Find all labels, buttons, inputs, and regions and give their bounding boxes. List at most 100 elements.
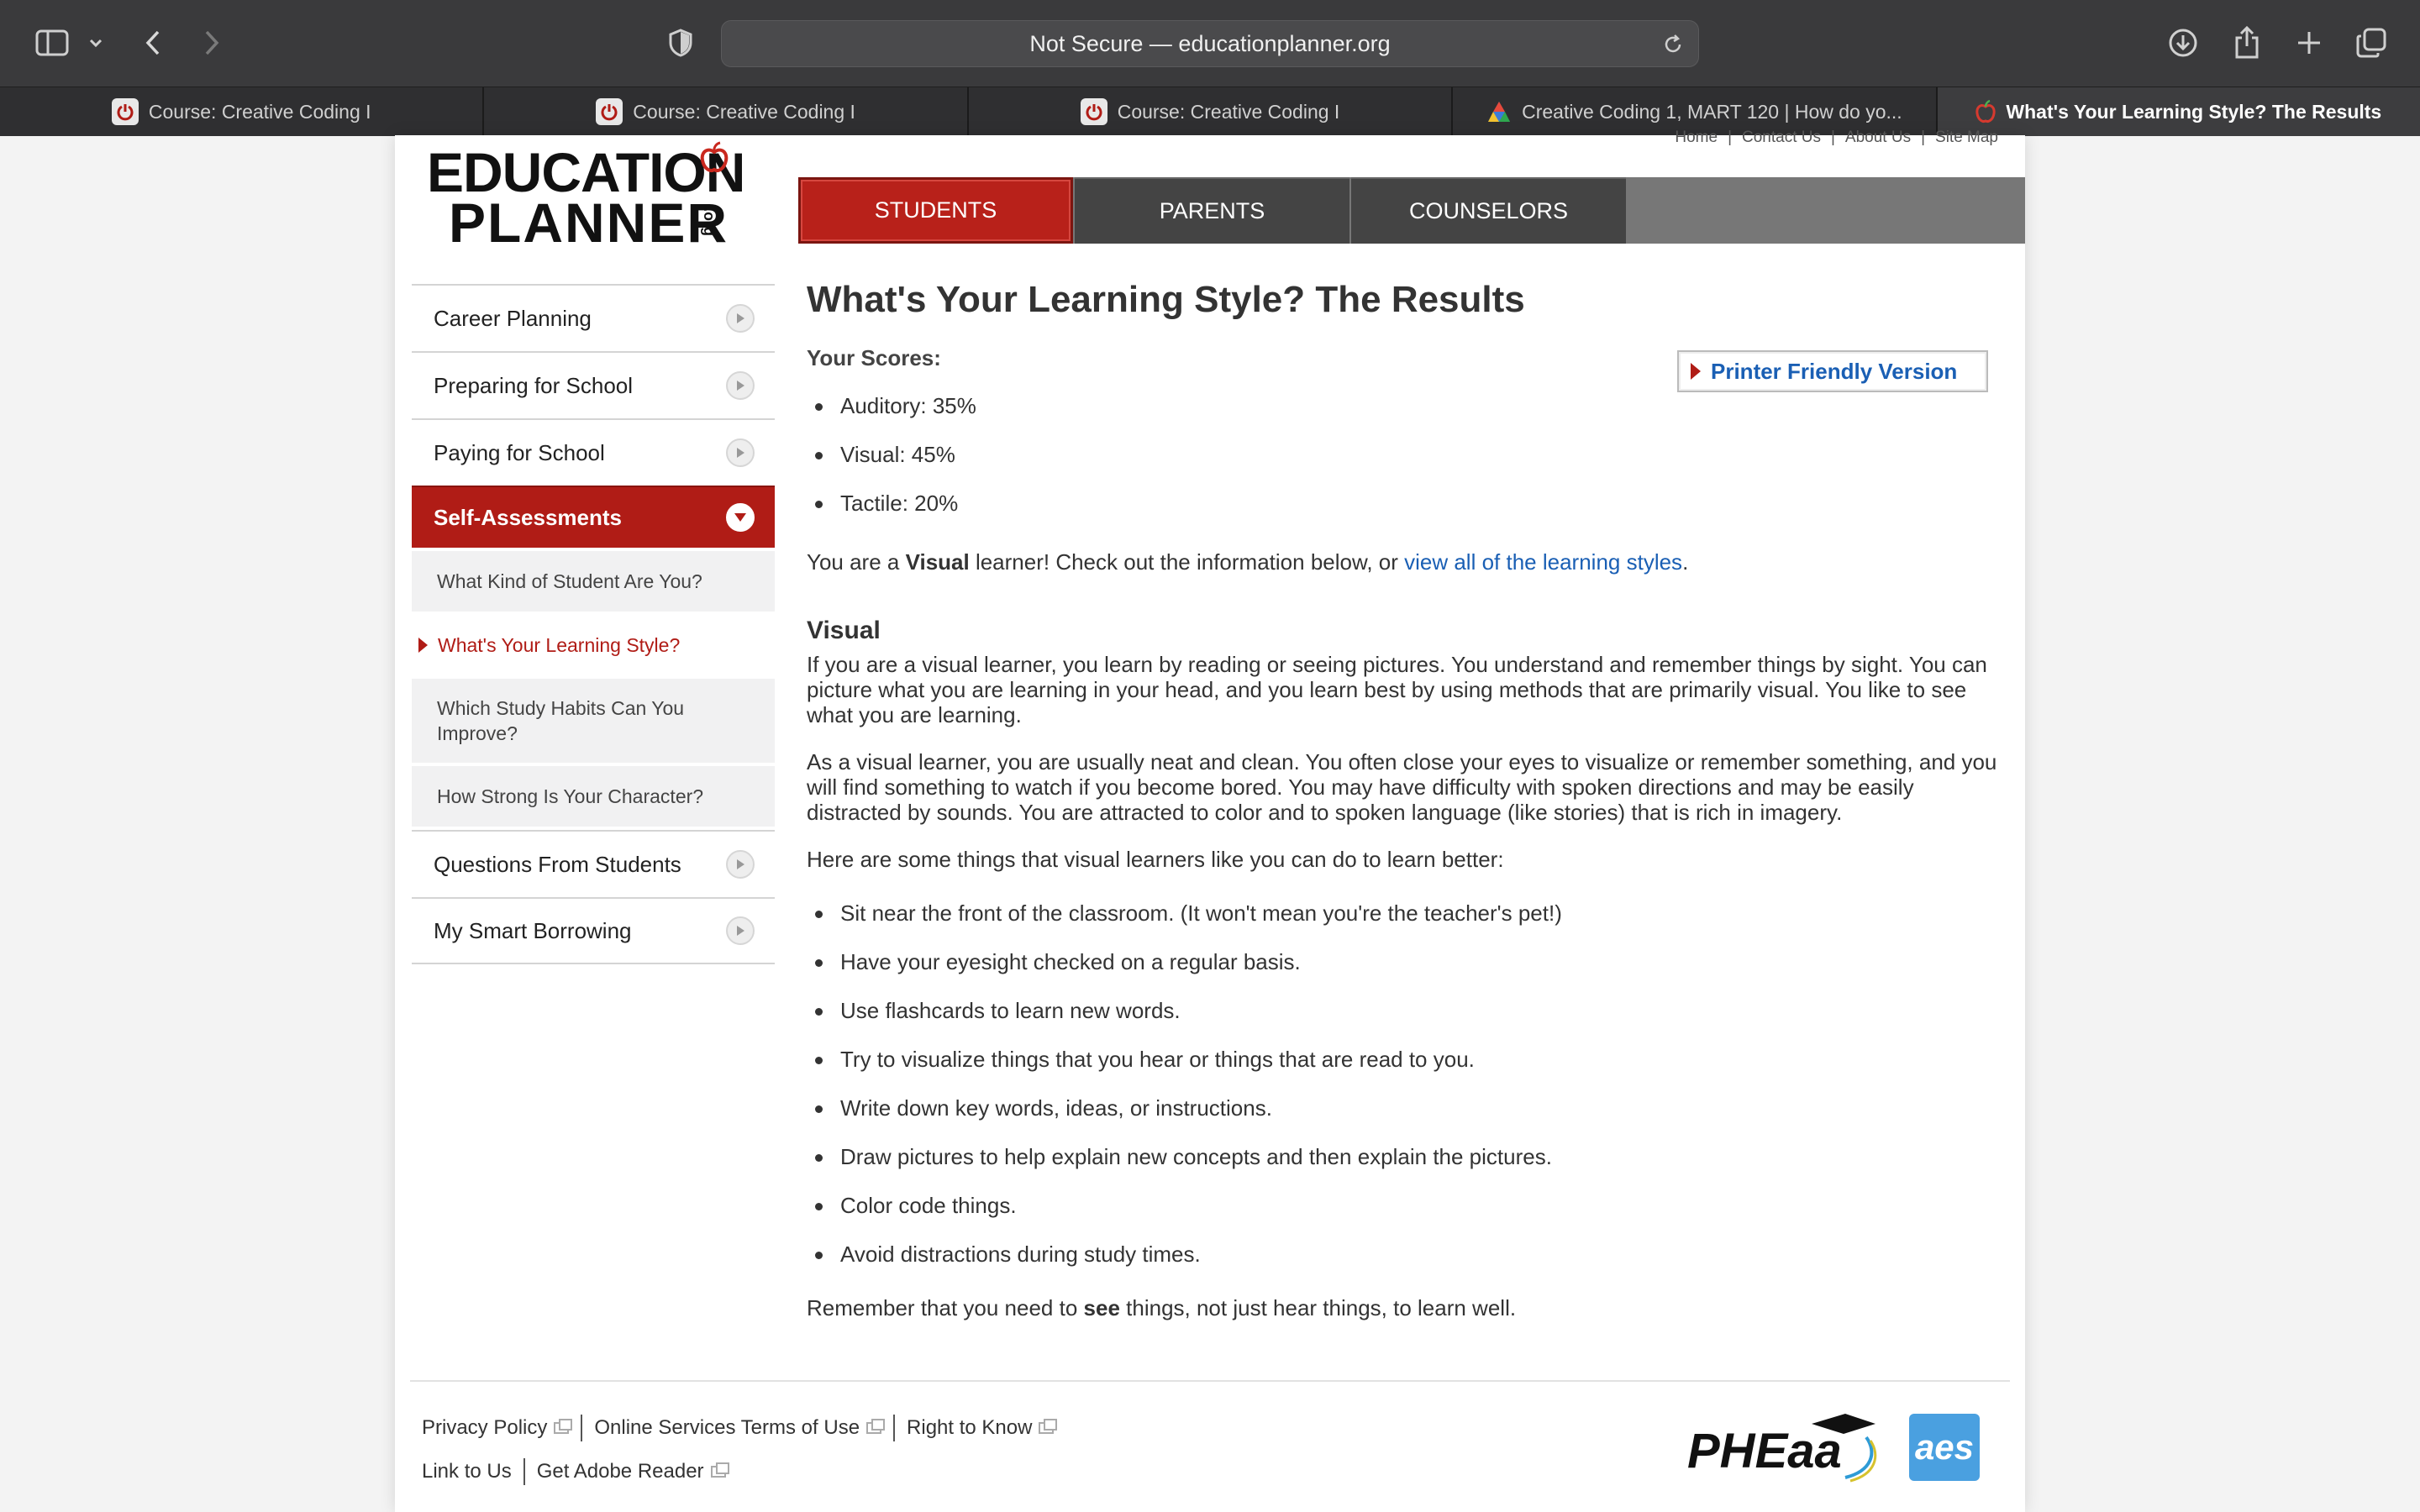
power-icon — [1080, 98, 1107, 125]
link-to-us-link[interactable]: Link to Us — [422, 1460, 512, 1483]
external-link-icon — [1039, 1419, 1058, 1434]
tab-label: Course: Creative Coding I — [1117, 100, 1340, 123]
tips-list: Sit near the front of the classroom. (It… — [807, 889, 2000, 1278]
paragraph: If you are a visual learner, you learn b… — [807, 652, 1987, 727]
pheaa-logo[interactable]: PHEaa — [1686, 1412, 1887, 1487]
closing-sentence: Remember that you need to see things, no… — [807, 1295, 2000, 1320]
sidebar-item-label: Questions From Students — [434, 851, 681, 877]
util-link-contact[interactable]: Contact Us — [1742, 129, 1821, 147]
sidebar-item-label: My Smart Borrowing — [434, 917, 632, 943]
result-prefix: You are a — [807, 549, 906, 575]
external-link-icon — [710, 1462, 729, 1478]
sidebar-item-self-assessments[interactable]: Self-Assessments — [412, 486, 775, 548]
tip-item: Try to visualize things that you hear or… — [807, 1035, 2000, 1084]
address-bar[interactable]: Not Secure — educationplanner.org — [721, 20, 1699, 67]
triangle-logo-icon — [1486, 100, 1512, 123]
arrow-right-icon — [726, 438, 755, 467]
result-end: . — [1682, 549, 1689, 575]
nav-tab-counselors[interactable]: COUNSELORS — [1351, 177, 1626, 244]
scores-list: Auditory: 35% Visual: 45% Tactile: 20% — [807, 381, 2000, 528]
tab-label: Course: Creative Coding I — [633, 100, 855, 123]
share-icon[interactable] — [2230, 24, 2264, 62]
browser-tab-active[interactable]: What's Your Learning Style? The Results — [1937, 87, 2420, 136]
page-title: What's Your Learning Style? The Results — [807, 279, 1525, 320]
sidebar-item-paying-for-school[interactable]: Paying for School — [412, 418, 775, 486]
arrow-right-icon — [1691, 363, 1701, 380]
sidebar-subitem-label: What Kind of Student Are You? — [437, 570, 702, 592]
sidebar-toggle-icon[interactable] — [34, 24, 71, 62]
tip-item: Sit near the front of the classroom. (It… — [807, 889, 2000, 937]
tab-bar: Course: Creative Coding I Course: Creati… — [0, 87, 2420, 136]
arrow-right-icon — [726, 916, 755, 945]
forward-icon[interactable] — [198, 24, 225, 62]
sidebar-subitem-label: Which Study Habits Can You Improve? — [437, 697, 685, 744]
tip-item: Use flashcards to learn new words. — [807, 986, 2000, 1035]
tab-label: Creative Coding 1, MART 120 | How do yo.… — [1522, 100, 1902, 123]
aes-logo[interactable]: aes — [1909, 1414, 1980, 1481]
paragraph: As a visual learner, you are usually nea… — [807, 749, 1997, 825]
score-item: Visual: 45% — [807, 430, 2000, 479]
logo-suffix: .org — [701, 207, 718, 236]
power-icon — [596, 98, 623, 125]
tip-item: Have your eyesight checked on a regular … — [807, 937, 2000, 986]
closing-bold: see — [1083, 1295, 1120, 1320]
terms-of-use-link[interactable]: Online Services Terms of Use — [594, 1416, 886, 1440]
adobe-reader-link[interactable]: Get Adobe Reader — [536, 1460, 729, 1483]
sidebar-subitem-study-habits[interactable]: Which Study Habits Can You Improve? — [412, 679, 775, 763]
browser-tab[interactable]: Course: Creative Coding I — [968, 87, 1454, 136]
link-label: Get Adobe Reader — [536, 1460, 704, 1483]
pheaa-logo-text: PHEaa — [1687, 1424, 1842, 1478]
sidebar-subitem-student-type[interactable]: What Kind of Student Are You? — [412, 551, 775, 612]
tab-overview-icon[interactable] — [2354, 24, 2388, 62]
sidebar-item-preparing-for-school[interactable]: Preparing for School — [412, 351, 775, 418]
right-to-know-link[interactable]: Right to Know — [907, 1416, 1058, 1440]
link-label: Link to Us — [422, 1460, 512, 1483]
external-link-icon — [866, 1419, 886, 1434]
sidebar-item-questions-from-students[interactable]: Questions From Students — [412, 830, 775, 897]
link-label: Online Services Terms of Use — [594, 1416, 860, 1439]
printer-friendly-label: Printer Friendly Version — [1711, 358, 1958, 384]
result-sentence: You are a Visual learner! Check out the … — [807, 549, 2000, 575]
closing-end: things, not just hear things, to learn w… — [1119, 1295, 1517, 1320]
sidebar-subitem-label: How Strong Is Your Character? — [437, 785, 704, 807]
download-icon[interactable] — [2166, 24, 2200, 62]
view-all-styles-link[interactable]: view all of the learning styles — [1404, 549, 1682, 575]
nav-tab-parents[interactable]: PARENTS — [1075, 177, 1349, 244]
new-tab-icon[interactable] — [2292, 24, 2326, 62]
sidebar-item-career-planning[interactable]: Career Planning — [412, 284, 775, 351]
paragraph: Here are some things that visual learner… — [807, 847, 1504, 872]
reload-icon[interactable] — [1661, 33, 1685, 62]
sidebar-subitem-character[interactable]: How Strong Is Your Character? — [412, 766, 775, 827]
main-content: What's Your Learning Style? The Results … — [807, 278, 2000, 1320]
score-item: Auditory: 35% — [807, 381, 2000, 430]
address-text: Not Secure — educationplanner.org — [1029, 30, 1391, 56]
apple-icon — [1975, 100, 1996, 123]
util-link-home[interactable]: Home — [1675, 129, 1718, 147]
tab-label: Course: Creative Coding I — [148, 100, 371, 123]
shield-icon[interactable] — [667, 24, 694, 62]
external-link-icon — [554, 1419, 573, 1434]
back-icon[interactable] — [139, 24, 166, 62]
utility-links: Home | Contact Us | About Us | Site Map — [1675, 129, 1998, 147]
education-planner-logo[interactable]: EDUCATION PLANNER .org — [427, 139, 745, 256]
divider — [523, 1458, 525, 1485]
link-label: Privacy Policy — [422, 1416, 548, 1439]
browser-tab[interactable]: Course: Creative Coding I — [484, 87, 969, 136]
arrow-right-icon — [726, 850, 755, 879]
util-link-about[interactable]: About Us — [1845, 129, 1911, 147]
sidebar-item-label: Preparing for School — [434, 372, 634, 398]
sidebar-item-label: Paying for School — [434, 439, 605, 465]
nav-tab-students[interactable]: STUDENTS — [798, 177, 1073, 244]
tab-label: What's Your Learning Style? The Results — [2006, 100, 2382, 123]
sidebar-item-label: Career Planning — [434, 305, 592, 331]
score-item: Tactile: 20% — [807, 479, 2000, 528]
util-link-sitemap[interactable]: Site Map — [1935, 129, 1998, 147]
privacy-policy-link[interactable]: Privacy Policy — [422, 1416, 573, 1440]
sidebar-item-my-smart-borrowing[interactable]: My Smart Borrowing — [412, 897, 775, 964]
sidebar-subitem-learning-style[interactable]: What's Your Learning Style? — [412, 615, 775, 675]
chevron-down-icon[interactable] — [86, 24, 106, 62]
browser-tab[interactable]: Course: Creative Coding I — [0, 87, 485, 136]
sidebar-item-label: Self-Assessments — [434, 504, 622, 530]
divider — [893, 1415, 896, 1441]
tip-item: Color code things. — [807, 1181, 2000, 1230]
